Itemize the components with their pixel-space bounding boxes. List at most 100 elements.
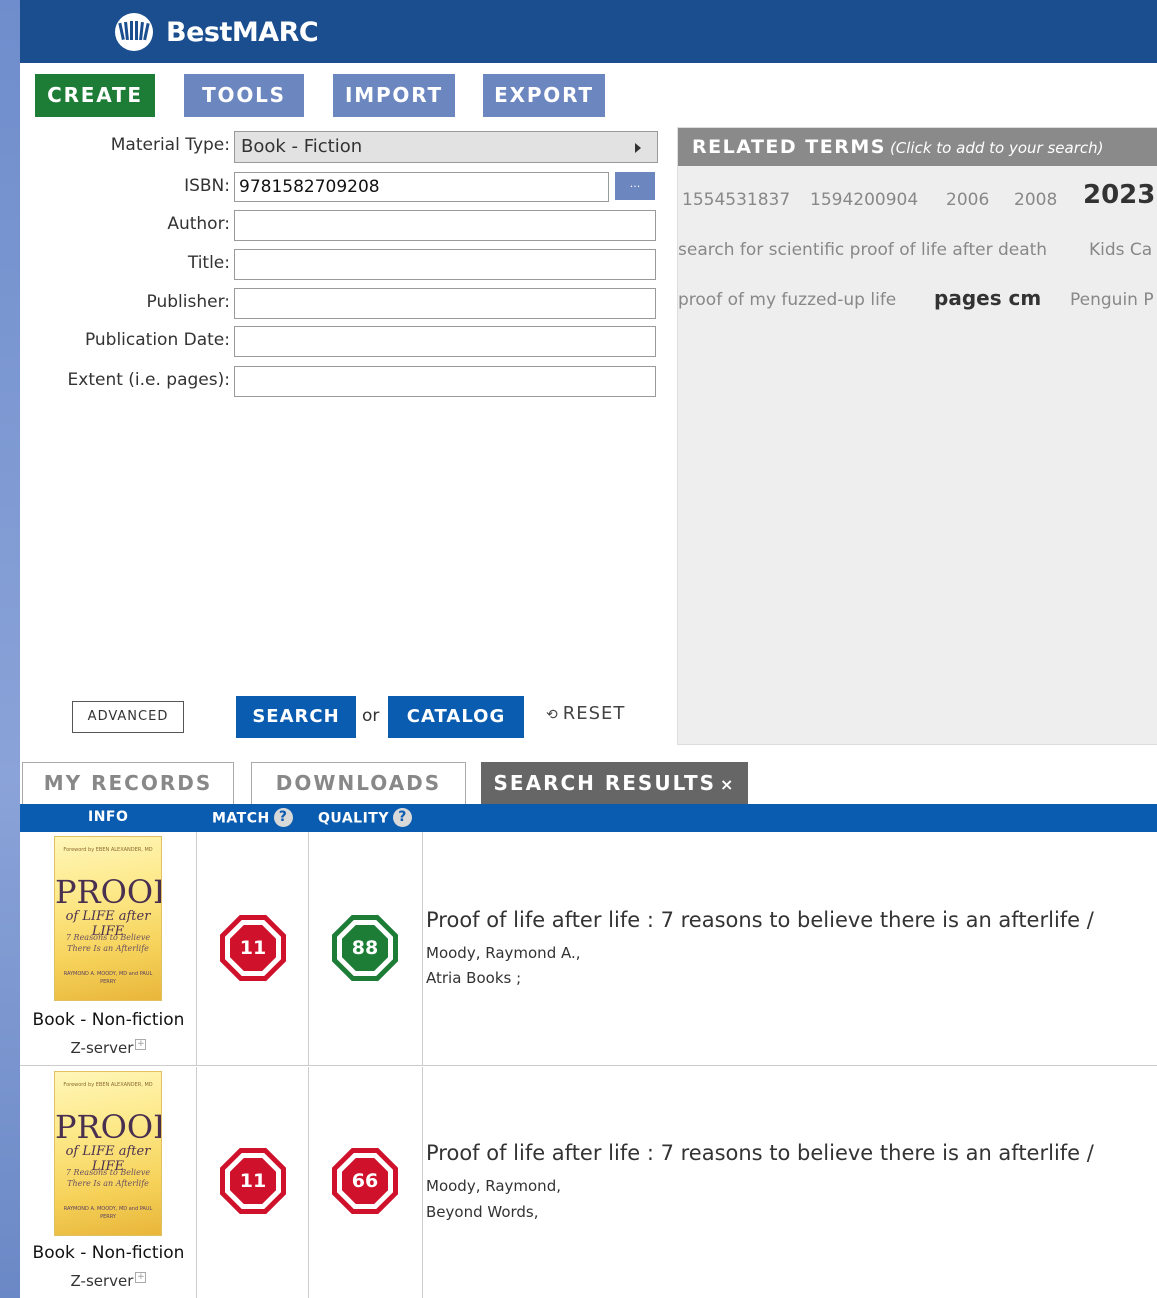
publication-date-label: Publication Date: <box>84 330 230 350</box>
expand-icon[interactable]: + <box>135 1272 147 1283</box>
tab-downloads[interactable]: DOWNLOADS <box>251 762 466 804</box>
publisher-label: Publisher: <box>146 292 230 312</box>
result-row[interactable]: Foreword by EBEN ALEXANDER, MD PROOF of … <box>20 832 1157 1066</box>
match-score: 11 <box>230 1158 276 1204</box>
create-button[interactable]: CREATE <box>35 74 155 117</box>
export-button[interactable]: EXPORT <box>483 74 605 117</box>
source-label: Z-server <box>70 1039 134 1057</box>
author-label: Author: <box>167 214 230 234</box>
desktop-background <box>0 0 20 1298</box>
match-score: 11 <box>230 925 276 971</box>
result-info-cell: Foreword by EBEN ALEXANDER, MD PROOF of … <box>20 832 197 1065</box>
tab-search-results[interactable]: SEARCH RESULTS × <box>481 762 748 804</box>
quality-column-header: QUALITY? <box>318 808 412 828</box>
quality-score: 88 <box>342 925 388 971</box>
match-column-header: MATCH? <box>212 808 293 828</box>
quality-score-badge: 66 <box>332 1148 398 1214</box>
book-cover-image[interactable]: Foreword by EBEN ALEXANDER, MD PROOF of … <box>54 836 162 1001</box>
related-term[interactable]: search for scientific proof of life afte… <box>678 240 1047 260</box>
search-button[interactable]: SEARCH <box>236 696 356 738</box>
extent-input[interactable] <box>234 366 656 397</box>
related-term[interactable]: 2006 <box>946 190 989 210</box>
cover-authors: RAYMOND A. MOODY, MD and PAUL PERRY <box>63 1206 153 1220</box>
result-publisher: Beyond Words, <box>426 1203 539 1221</box>
cover-foreword: Foreword by EBEN ALEXANDER, MD <box>63 847 153 853</box>
match-score-badge: 11 <box>220 915 286 981</box>
quality-score-badge: 88 <box>332 915 398 981</box>
isbn-lookup-button[interactable]: ... <box>615 172 655 200</box>
result-publisher: Atria Books ; <box>426 969 522 987</box>
result-quality-cell: 66 <box>309 1067 423 1298</box>
tab-my-records[interactable]: MY RECORDS <box>22 762 234 804</box>
bestmarc-logo[interactable]: BestMARC <box>108 11 319 53</box>
help-icon[interactable]: ? <box>273 808 293 827</box>
reset-button[interactable]: ⟲ RESET <box>546 703 625 724</box>
material-type-text: Book - Non-fiction <box>32 1010 185 1030</box>
material-type-text: Book - Non-fiction <box>32 1243 185 1263</box>
cover-tagline: 7 Reasons to Believe There Is an Afterli… <box>65 1168 151 1188</box>
author-input[interactable] <box>234 210 656 241</box>
reset-icon: ⟲ <box>546 707 559 723</box>
app-header: BestMARC <box>20 0 1157 63</box>
reset-label: RESET <box>562 703 626 724</box>
material-type-value: Book - Fiction <box>241 136 363 157</box>
related-terms-header: RELATED TERMS (Click to add to your searc… <box>678 128 1157 166</box>
related-term[interactable]: 2008 <box>1014 190 1057 210</box>
expand-icon[interactable]: + <box>135 1039 147 1050</box>
material-type-select[interactable]: Book - Fiction <box>234 131 658 163</box>
result-author: Moody, Raymond A., <box>426 944 581 962</box>
publication-date-input[interactable] <box>234 326 656 357</box>
related-terms-hint: (Click to add to your search) <box>889 139 1104 157</box>
related-terms-panel: RELATED TERMS (Click to add to your searc… <box>677 127 1157 745</box>
isbn-input[interactable]: 9781582709208 <box>234 172 609 202</box>
cover-title: PROOF <box>55 1108 161 1146</box>
app-name: BestMARC <box>166 16 319 48</box>
result-author: Moody, Raymond, <box>426 1177 561 1195</box>
result-match-cell: 11 <box>197 1067 309 1298</box>
result-title[interactable]: Proof of life after life : 7 reasons to … <box>426 1141 1094 1165</box>
book-cover-image[interactable]: Foreword by EBEN ALEXANDER, MD PROOF of … <box>54 1071 162 1236</box>
cover-authors: RAYMOND A. MOODY, MD and PAUL PERRY <box>63 971 153 985</box>
result-quality-cell: 88 <box>309 832 423 1065</box>
book-stack-logo-icon <box>115 13 153 51</box>
results-column-header: INFO MATCH? QUALITY? <box>20 804 1157 832</box>
publisher-input[interactable] <box>234 288 656 319</box>
quality-score: 66 <box>342 1158 388 1204</box>
title-input[interactable] <box>234 249 656 280</box>
result-info-cell: Foreword by EBEN ALEXANDER, MD PROOF of … <box>20 1067 197 1298</box>
related-term[interactable]: 1554531837 <box>682 190 790 210</box>
cover-tagline: 7 Reasons to Believe There Is an Afterli… <box>65 933 151 953</box>
import-button[interactable]: IMPORT <box>333 74 455 117</box>
catalog-button[interactable]: CATALOG <box>388 696 524 738</box>
tab-search-results-label: SEARCH RESULTS <box>493 771 717 795</box>
isbn-label: ISBN: <box>184 176 230 196</box>
extent-label: Extent (i.e. pages): <box>67 370 230 390</box>
related-term[interactable]: proof of my fuzzed-up life <box>678 290 896 310</box>
tools-button[interactable]: TOOLS <box>184 74 304 117</box>
caret-right-icon <box>635 143 641 153</box>
title-label: Title: <box>187 253 230 273</box>
source-text: Z-server + <box>20 1272 197 1290</box>
cover-foreword: Foreword by EBEN ALEXANDER, MD <box>63 1082 153 1088</box>
result-row[interactable]: Foreword by EBEN ALEXANDER, MD PROOF of … <box>20 1067 1157 1298</box>
related-terms-title: RELATED TERMS <box>692 136 886 158</box>
result-match-cell: 11 <box>197 832 309 1065</box>
source-text: Z-server + <box>20 1039 197 1057</box>
or-text: or <box>362 706 380 726</box>
cover-title: PROOF <box>55 873 161 911</box>
material-type-label: Material Type: <box>110 135 230 155</box>
related-term[interactable]: pages cm <box>934 286 1041 310</box>
related-term[interactable]: 2023 <box>1083 180 1155 210</box>
related-term[interactable]: 1594200904 <box>810 190 918 210</box>
related-term[interactable]: Penguin P <box>1070 290 1154 310</box>
quality-column-label: QUALITY <box>318 810 389 827</box>
source-label: Z-server <box>70 1272 134 1290</box>
advanced-button[interactable]: ADVANCED <box>72 701 184 733</box>
close-icon[interactable]: × <box>720 775 735 794</box>
info-column-label: INFO <box>88 809 129 825</box>
help-icon[interactable]: ? <box>393 808 412 827</box>
match-score-badge: 11 <box>220 1148 286 1214</box>
match-column-label: MATCH <box>212 810 270 827</box>
related-term[interactable]: Kids Ca <box>1089 240 1152 260</box>
result-title[interactable]: Proof of life after life : 7 reasons to … <box>426 908 1094 932</box>
